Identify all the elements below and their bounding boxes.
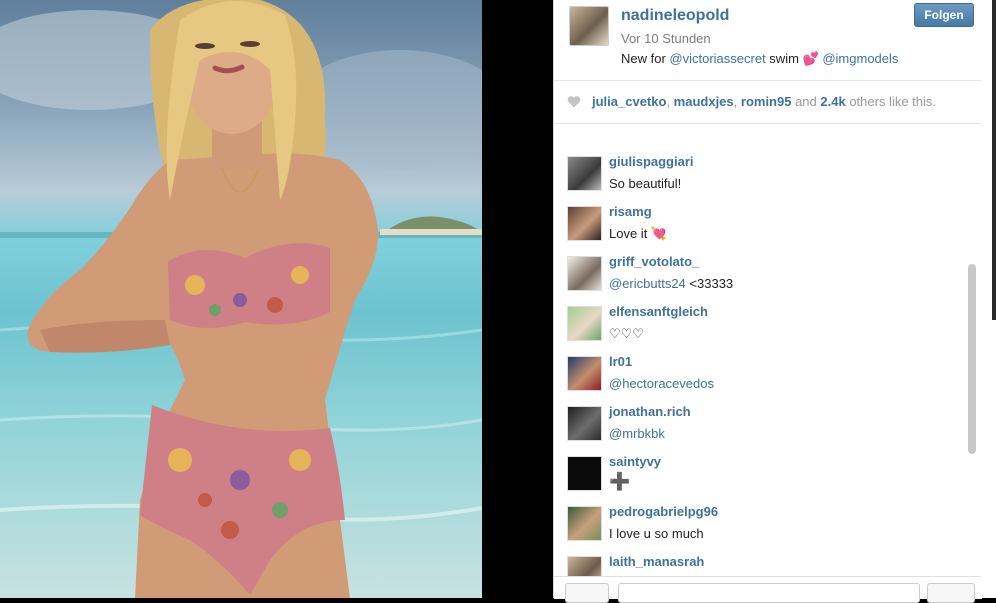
photo-viewer	[0, 0, 553, 598]
liker-username[interactable]: julia_cvetko	[592, 94, 666, 109]
comment-text: I love u so much	[609, 526, 704, 541]
comment-item: risamg Love it 💘	[554, 200, 954, 250]
commenter-username[interactable]: risamg	[609, 204, 652, 219]
author-username[interactable]: nadineleopold	[621, 7, 729, 25]
window-scrollbar[interactable]	[992, 0, 996, 320]
caption-emoji: 💕	[802, 51, 819, 66]
comment-text: ➕	[609, 472, 631, 491]
post-photo[interactable]	[0, 0, 482, 598]
window-edge	[981, 0, 996, 598]
caption-mention-imgmodels[interactable]: @imgmodels	[822, 51, 898, 66]
commenter-avatar[interactable]	[567, 506, 602, 541]
comment-item: giulispaggiari So beautiful!	[554, 150, 954, 200]
comment-mention[interactable]: @mrbkbk	[609, 426, 665, 441]
comment-mention[interactable]: @hectoracevedos	[609, 376, 714, 391]
comment-text: So beautiful!	[609, 176, 682, 191]
comment-text: @ericbutts24 <33333	[609, 276, 733, 291]
comment-item: elfensanftgleich ♡♡♡	[554, 300, 954, 350]
liker-username[interactable]: romin95	[741, 94, 792, 109]
commenter-avatar[interactable]	[567, 456, 602, 491]
commenter-avatar[interactable]	[567, 406, 602, 441]
likes-count[interactable]: 2.4k	[820, 94, 845, 109]
commenter-username[interactable]: saintyvy	[609, 454, 661, 469]
commenter-avatar[interactable]	[567, 256, 602, 291]
comment-text: ♡♡♡	[609, 326, 644, 341]
commenter-username[interactable]: lr01	[609, 354, 632, 369]
likes-and: and	[791, 94, 821, 109]
comment-item: lr01 @hectoracevedos	[554, 350, 954, 400]
likes-suffix: others like this.	[845, 94, 937, 109]
caption-text: swim	[765, 51, 803, 66]
commenter-avatar[interactable]	[567, 556, 602, 576]
commenter-username[interactable]: griff_votolato_	[609, 254, 699, 269]
post-panel: nadineleopold Vor 10 Stunden New for @vi…	[553, 0, 982, 603]
commenter-avatar[interactable]	[567, 206, 602, 241]
comment-item: pedrogabrielpg96 I love u so much	[554, 500, 954, 550]
commenter-username[interactable]: pedrogabrielpg96	[609, 504, 718, 519]
commenter-username[interactable]: giulispaggiari	[609, 154, 694, 169]
comment-item: griff_votolato_ @ericbutts24 <33333	[554, 250, 954, 300]
more-button[interactable]	[927, 583, 975, 603]
heart-icon	[567, 96, 581, 108]
like-button[interactable]	[565, 583, 609, 603]
comment-item: saintyvy ➕	[554, 450, 954, 500]
commenter-avatar[interactable]	[567, 156, 602, 191]
commenter-username[interactable]: elfensanftgleich	[609, 304, 708, 319]
commenter-username[interactable]: laith_manasrah	[609, 554, 704, 569]
commenter-avatar[interactable]	[567, 306, 602, 341]
likes-separator: ,	[666, 94, 674, 109]
liker-username[interactable]: maudxjes	[674, 94, 734, 109]
commenter-username[interactable]: jonathan.rich	[609, 404, 691, 419]
post-caption: New for @victoriassecret swim 💕 @imgmode…	[621, 51, 898, 67]
comment-footer	[554, 576, 982, 603]
post-header: nadineleopold Vor 10 Stunden New for @vi…	[554, 0, 982, 81]
likes-row: julia_cvetko, maudxjes, romin95 and 2.4k…	[554, 81, 982, 124]
post-time: Vor 10 Stunden	[621, 31, 711, 46]
photo-illustration	[0, 0, 482, 598]
caption-mention-victoriassecret[interactable]: @victoriassecret	[669, 51, 765, 66]
comment-item: jonathan.rich @mrbkbk	[554, 400, 954, 450]
comment-mention[interactable]: @ericbutts24	[609, 276, 686, 291]
caption-text: New for	[621, 51, 670, 66]
comment-item: laith_manasrah	[554, 550, 954, 576]
author-avatar[interactable]	[569, 6, 609, 46]
comments-list: giulispaggiari So beautiful! risamg Love…	[554, 124, 982, 576]
likes-text: julia_cvetko, maudxjes, romin95 and 2.4k…	[592, 94, 936, 109]
comment-input[interactable]	[618, 583, 920, 603]
comment-text-suffix: <33333	[685, 276, 734, 291]
follow-button[interactable]: Folgen	[914, 3, 974, 27]
likes-separator: ,	[733, 94, 741, 109]
comments-scrollbar[interactable]	[968, 264, 976, 454]
commenter-avatar[interactable]	[567, 356, 602, 391]
comment-text: Love it 💘	[609, 226, 668, 241]
